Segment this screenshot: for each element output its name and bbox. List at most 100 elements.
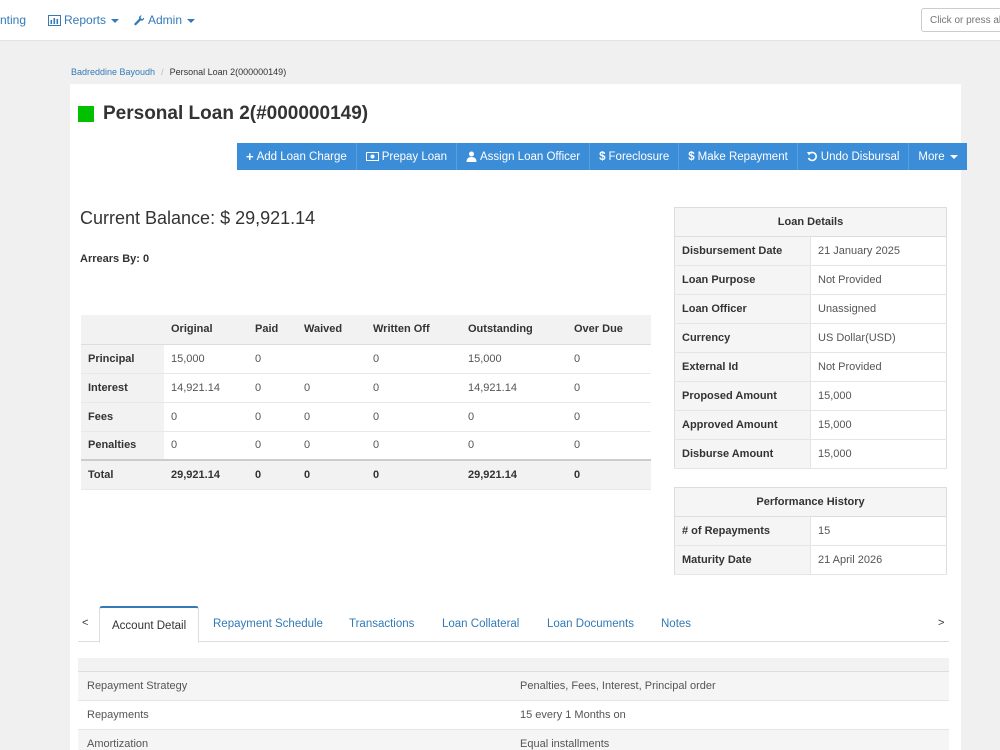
more-actions-label: More bbox=[918, 150, 945, 163]
tab-scroll-right[interactable]: > bbox=[938, 617, 944, 629]
user-icon bbox=[466, 151, 477, 162]
assign-loan-officer-label: Assign Loan Officer bbox=[479, 150, 581, 163]
table-row: # of Repayments 15 bbox=[674, 516, 947, 546]
loan-details-title: Loan Details bbox=[674, 207, 947, 237]
tab-notes[interactable]: Notes bbox=[661, 618, 691, 630]
loan-status-indicator bbox=[78, 106, 94, 122]
summary-cell: 0 bbox=[366, 373, 461, 403]
make-repayment-button[interactable]: $ Make Repayment bbox=[679, 143, 798, 170]
summary-cell: 0 bbox=[366, 402, 461, 432]
more-actions-button[interactable]: More bbox=[909, 143, 967, 170]
loan-tabs: < Account Detail Repayment Schedule Tran… bbox=[78, 606, 949, 643]
nav-admin-label: Admin bbox=[148, 13, 183, 27]
summary-col-header: Original bbox=[164, 315, 248, 345]
detail-value: 15 bbox=[810, 516, 947, 546]
detail-value: US Dollar(USD) bbox=[810, 323, 947, 353]
summary-cell: 0 bbox=[297, 431, 366, 461]
summary-cell: 0 bbox=[567, 402, 651, 432]
nav-accounting-label: nting bbox=[0, 13, 27, 27]
breadcrumb-current: Personal Loan 2(000000149) bbox=[169, 67, 287, 77]
table-row: Approved Amount 15,000 bbox=[674, 410, 947, 440]
summary-col-header: Paid bbox=[248, 315, 297, 345]
nav-admin[interactable]: Admin bbox=[134, 13, 196, 27]
nav-accounting[interactable]: nting bbox=[0, 13, 26, 27]
detail-label: Maturity Date bbox=[674, 545, 811, 575]
wrench-icon bbox=[134, 14, 145, 25]
summary-cell: 0 bbox=[567, 344, 651, 374]
chevron-down-icon bbox=[187, 19, 196, 23]
summary-row-label: Interest bbox=[81, 373, 164, 403]
summary-cell: 0 bbox=[461, 402, 567, 432]
loan-panel: Personal Loan 2(#000000149) + Add Loan C… bbox=[70, 84, 967, 750]
summary-cell: 15,000 bbox=[461, 344, 567, 374]
summary-cell: 0 bbox=[567, 431, 651, 461]
account-detail-label: Repayment Strategy bbox=[78, 671, 511, 701]
bar-chart-icon bbox=[48, 14, 61, 26]
summary-cell: 14,921.14 bbox=[164, 373, 248, 403]
table-row: Principal 15,000 0 0 15,000 0 bbox=[81, 344, 651, 374]
table-row: Interest 14,921.14 0 0 0 14,921.14 0 bbox=[81, 373, 651, 403]
add-loan-charge-button[interactable]: + Add Loan Charge bbox=[237, 143, 357, 170]
detail-value: 15,000 bbox=[810, 410, 947, 440]
summary-row-label: Total bbox=[81, 459, 164, 490]
summary-cell: 0 bbox=[248, 373, 297, 403]
detail-label: Disbursement Date bbox=[674, 236, 811, 266]
summary-cell: 0 bbox=[297, 459, 366, 490]
account-detail-value: 15 every 1 Months on bbox=[511, 700, 949, 730]
summary-cell: 15,000 bbox=[164, 344, 248, 374]
prepay-loan-button[interactable]: Prepay Loan bbox=[356, 143, 457, 170]
summary-cell: 0 bbox=[567, 459, 651, 490]
foreclosure-label: Foreclosure bbox=[608, 150, 670, 163]
table-row: Maturity Date 21 April 2026 bbox=[674, 545, 947, 575]
table-row: Repayments 15 every 1 Months on bbox=[78, 700, 949, 730]
nav-reports[interactable]: Reports bbox=[48, 13, 120, 27]
tab-loan-documents[interactable]: Loan Documents bbox=[547, 618, 634, 630]
table-row: Currency US Dollar(USD) bbox=[674, 323, 947, 353]
summary-col-header: Outstanding bbox=[461, 315, 567, 345]
prepay-loan-label: Prepay Loan bbox=[381, 150, 447, 163]
dollar-icon: $ bbox=[688, 150, 695, 163]
loan-action-toolbar: + Add Loan Charge Prepay Loan Assign Loa… bbox=[237, 143, 967, 170]
chevron-down-icon bbox=[949, 154, 958, 159]
undo-disbursal-button[interactable]: Undo Disbursal bbox=[797, 143, 910, 170]
tab-loan-collateral[interactable]: Loan Collateral bbox=[442, 618, 519, 630]
tab-transactions[interactable]: Transactions bbox=[349, 618, 414, 630]
tab-scroll-left[interactable]: < bbox=[82, 617, 88, 629]
summary-cell: 0 bbox=[366, 344, 461, 374]
detail-label: Loan Officer bbox=[674, 294, 811, 324]
summary-total-row: Total 29,921.14 0 0 0 29,921.14 0 bbox=[81, 459, 651, 490]
account-detail-label: Amortization bbox=[78, 729, 511, 750]
money-icon bbox=[365, 152, 379, 161]
detail-label: Disburse Amount bbox=[674, 439, 811, 469]
summary-col-header bbox=[81, 315, 164, 345]
arrears-by: Arrears By: 0 bbox=[80, 253, 150, 265]
summary-cell: 0 bbox=[297, 373, 366, 403]
nav-reports-label: Reports bbox=[64, 13, 107, 27]
summary-row-label: Penalties bbox=[81, 431, 164, 461]
detail-value: 21 April 2026 bbox=[810, 545, 947, 575]
top-navbar: nting Reports Admin bbox=[0, 0, 1000, 41]
detail-label: # of Repayments bbox=[674, 516, 811, 546]
summary-cell: 0 bbox=[164, 402, 248, 432]
breadcrumb-client-link[interactable]: Badreddine Bayoudh bbox=[71, 67, 155, 77]
search-input[interactable] bbox=[921, 8, 1000, 32]
summary-cell: 0 bbox=[366, 431, 461, 461]
performance-title: Performance History bbox=[674, 487, 947, 517]
page-title: Personal Loan 2(#000000149) bbox=[103, 103, 369, 124]
account-detail-value: Equal installments bbox=[511, 729, 949, 750]
loan-details-table: Loan Details Disbursement Date 21 January… bbox=[674, 207, 947, 469]
detail-label: Loan Purpose bbox=[674, 265, 811, 295]
summary-row-label: Principal bbox=[81, 344, 164, 374]
tab-repayment-schedule[interactable]: Repayment Schedule bbox=[213, 618, 323, 630]
table-row: Amortization Equal installments bbox=[78, 729, 949, 750]
tab-account-detail[interactable]: Account Detail bbox=[99, 606, 200, 643]
summary-cell: 0 bbox=[248, 344, 297, 374]
table-row: Disbursement Date 21 January 2025 bbox=[674, 236, 947, 266]
performance-history-table: Performance History # of Repayments 15 Ma… bbox=[674, 487, 947, 575]
assign-loan-officer-button[interactable]: Assign Loan Officer bbox=[456, 143, 591, 170]
loan-title-row: Personal Loan 2(#000000149) bbox=[78, 103, 368, 125]
table-row: External Id Not Provided bbox=[674, 352, 947, 382]
summary-header-row: Original Paid Waived Written Off Outstan… bbox=[81, 315, 651, 345]
foreclosure-button[interactable]: $ Foreclosure bbox=[590, 143, 680, 170]
account-detail-value: Penalties, Fees, Interest, Principal ord… bbox=[511, 671, 949, 701]
